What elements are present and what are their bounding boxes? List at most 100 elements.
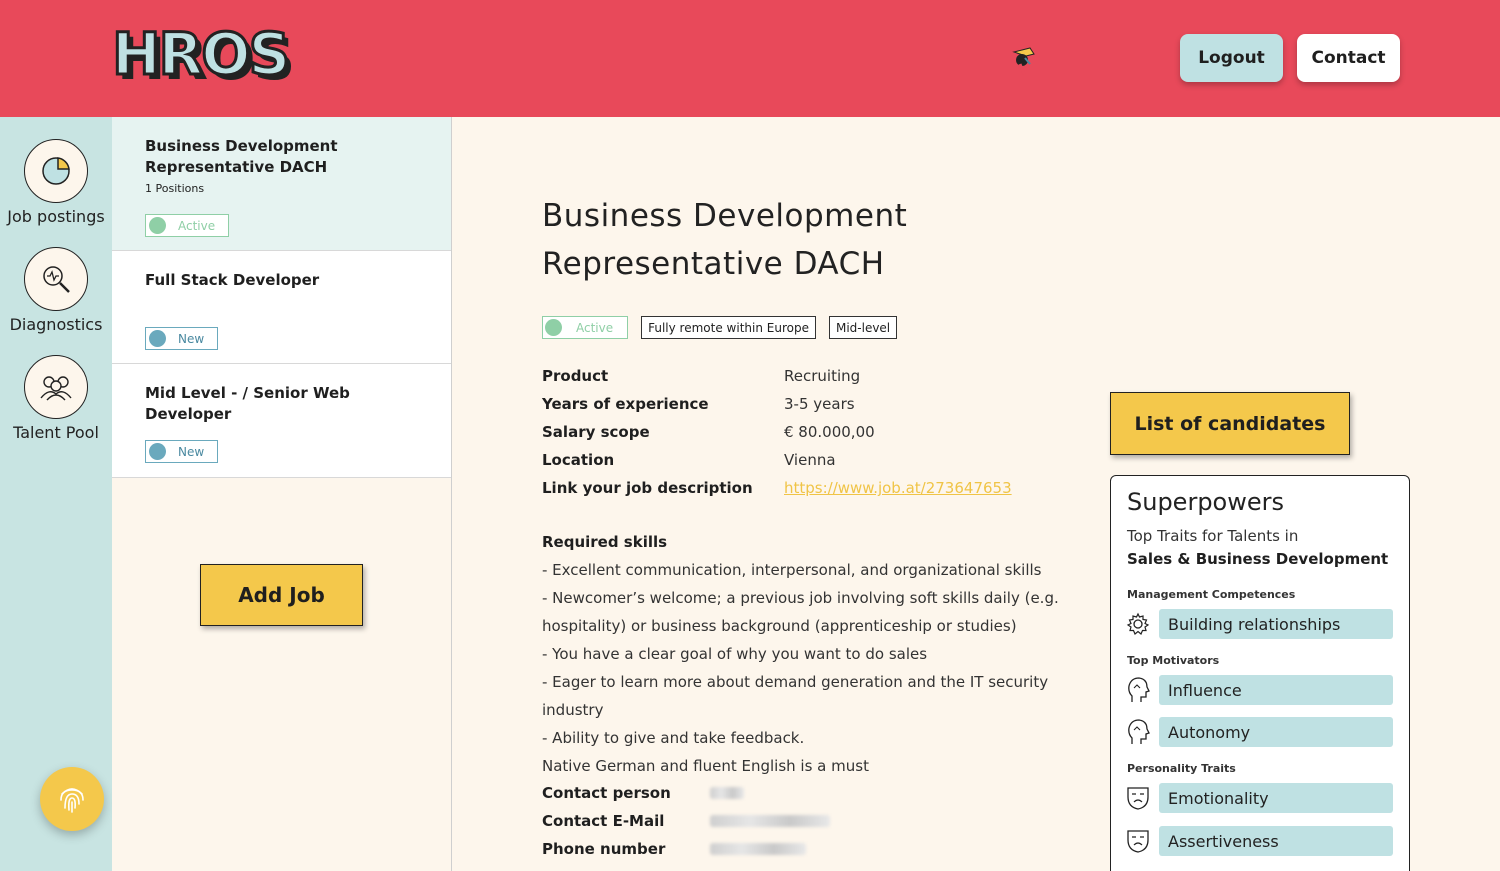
superpowers-title: Superpowers: [1127, 488, 1284, 516]
nav-diagnostics[interactable]: Diagnostics: [0, 247, 112, 334]
top-header: HROS Logout Contact: [0, 0, 1500, 117]
superpowers-card: Superpowers Top Traits for Talents in Sa…: [1110, 475, 1410, 871]
title-line: Business Development: [542, 198, 908, 234]
required-skills: Required skills - Excellent communicatio…: [542, 528, 1082, 780]
status-dot: [149, 217, 166, 234]
job-card-bdr-dach[interactable]: Business Development Representative DACH…: [112, 117, 451, 251]
job-title: Mid Level - / Senior Web Developer: [145, 384, 350, 423]
detail-label: Link your job description: [542, 479, 753, 497]
mask-icon: [1125, 827, 1151, 855]
trait-influence: Influence: [1125, 674, 1393, 706]
nav-job-postings[interactable]: Job postings: [0, 139, 112, 226]
hros-logo[interactable]: HROS: [110, 24, 291, 85]
logout-button[interactable]: Logout: [1180, 34, 1283, 82]
detail-row: Product Recruiting: [542, 362, 1012, 390]
trait-building-relationships: Building relationships: [1125, 608, 1393, 640]
title-line: Representative DACH: [542, 246, 885, 282]
left-nav-rail: Job postings Diagnostics Talent Pool: [0, 117, 112, 871]
skill-item: - You have a clear goal of why you want …: [542, 645, 928, 663]
fingerprint-button[interactable]: [40, 767, 104, 831]
job-tags: Active Fully remote within Europe Mid-le…: [542, 316, 898, 339]
trait-label: Emotionality: [1159, 783, 1393, 813]
level-tag: Mid-level: [828, 316, 898, 339]
magnifier-icon: [24, 247, 88, 311]
skill-item: Native German and fluent English is a mu…: [542, 757, 869, 775]
nav-label: Talent Pool: [13, 423, 99, 442]
status-badge: New: [145, 440, 218, 463]
status-badge: Active: [542, 316, 629, 339]
contact-label: Contact E-Mail: [542, 812, 665, 830]
pie-chart-icon: [24, 139, 88, 203]
detail-value: € 80.000,00: [784, 423, 875, 441]
status-label: Active: [178, 218, 216, 233]
gear-icon: [1125, 610, 1151, 638]
detail-value: Recruiting: [784, 367, 861, 385]
head-icon: [1125, 718, 1151, 746]
trait-assertiveness: Assertiveness: [1125, 825, 1393, 857]
add-job-button[interactable]: Add Job: [200, 564, 363, 626]
detail-value: 3-5 years: [784, 395, 855, 413]
contact-label: Phone number: [542, 840, 666, 858]
contact-row: Phone number: [542, 837, 830, 861]
list-of-candidates-button[interactable]: List of candidates: [1110, 392, 1350, 455]
redacted-value: [710, 815, 830, 827]
nav-talent-pool[interactable]: Talent Pool: [0, 355, 112, 442]
skill-item: - Ability to give and take feedback.: [542, 729, 805, 747]
job-description-link[interactable]: https://www.job.at/273647653: [784, 479, 1012, 497]
job-positions: 1 Positions: [145, 182, 205, 195]
status-badge: Active: [145, 214, 229, 237]
detail-value: Vienna: [784, 451, 836, 469]
people-icon: [24, 355, 88, 419]
motivators-heading: Top Motivators: [1127, 654, 1220, 667]
status-dot: [149, 443, 166, 460]
redacted-value: [710, 843, 806, 855]
contact-info: Contact person Contact E-Mail Phone numb…: [542, 781, 830, 861]
trait-label: Building relationships: [1159, 609, 1393, 639]
superpowers-subtitle: Top Traits for Talents in: [1127, 527, 1299, 545]
job-card-web-developer[interactable]: Mid Level - / Senior Web Developer New: [112, 364, 451, 478]
superpowers-category: Sales & Business Development: [1127, 550, 1389, 568]
skill-item: - Newcomer’s welcome; a previous job inv…: [542, 589, 1059, 635]
trait-label: Autonomy: [1159, 717, 1393, 747]
skill-item: - Eager to learn more about demand gener…: [542, 673, 1049, 719]
job-list-panel: Business Development Representative DACH…: [112, 117, 452, 871]
status-label: New: [178, 331, 205, 346]
trait-autonomy: Autonomy: [1125, 716, 1393, 748]
skill-item: - Excellent communication, interpersonal…: [542, 561, 1042, 579]
personality-heading: Personality Traits: [1127, 762, 1236, 775]
nav-label: Job postings: [7, 207, 105, 226]
detail-row: Salary scope € 80.000,00: [542, 418, 1012, 446]
fingerprint-icon: [60, 788, 84, 813]
contact-label: Contact person: [542, 784, 671, 802]
detail-label: Product: [542, 367, 609, 385]
detail-row: Location Vienna: [542, 446, 1012, 474]
detail-row: Years of experience 3-5 years: [542, 390, 1012, 418]
trait-emotionality: Emotionality: [1125, 782, 1393, 814]
job-title: Business Development Representative DACH: [145, 137, 338, 176]
detail-label: Salary scope: [542, 423, 650, 441]
status-badge: New: [145, 327, 218, 350]
nav-label: Diagnostics: [9, 315, 103, 334]
page-title: Business Development Representative DACH: [542, 192, 1042, 288]
detail-label: Years of experience: [542, 395, 709, 413]
contact-row: Contact E-Mail: [542, 805, 830, 837]
toucan-mascot-icon: [1012, 47, 1035, 75]
trait-label: Assertiveness: [1159, 826, 1393, 856]
trait-label: Influence: [1159, 675, 1393, 705]
job-title: Full Stack Developer: [145, 271, 320, 289]
mask-icon: [1125, 784, 1151, 812]
detail-row: Link your job description https://www.job…: [542, 474, 1012, 502]
detail-label: Location: [542, 451, 615, 469]
status-label: Active: [576, 320, 614, 335]
status-label: New: [178, 444, 205, 459]
job-details: Product Recruiting Years of experience 3-5…: [542, 362, 1012, 502]
job-card-full-stack[interactable]: Full Stack Developer New: [112, 251, 451, 364]
contact-button[interactable]: Contact: [1297, 34, 1400, 82]
status-dot: [149, 330, 166, 347]
management-heading: Management Competences: [1127, 588, 1296, 601]
head-icon: [1125, 676, 1151, 704]
skills-heading: Required skills: [542, 533, 668, 551]
redacted-value: [710, 787, 744, 799]
contact-row: Contact person: [542, 781, 830, 805]
remote-tag: Fully remote within Europe: [641, 316, 816, 339]
